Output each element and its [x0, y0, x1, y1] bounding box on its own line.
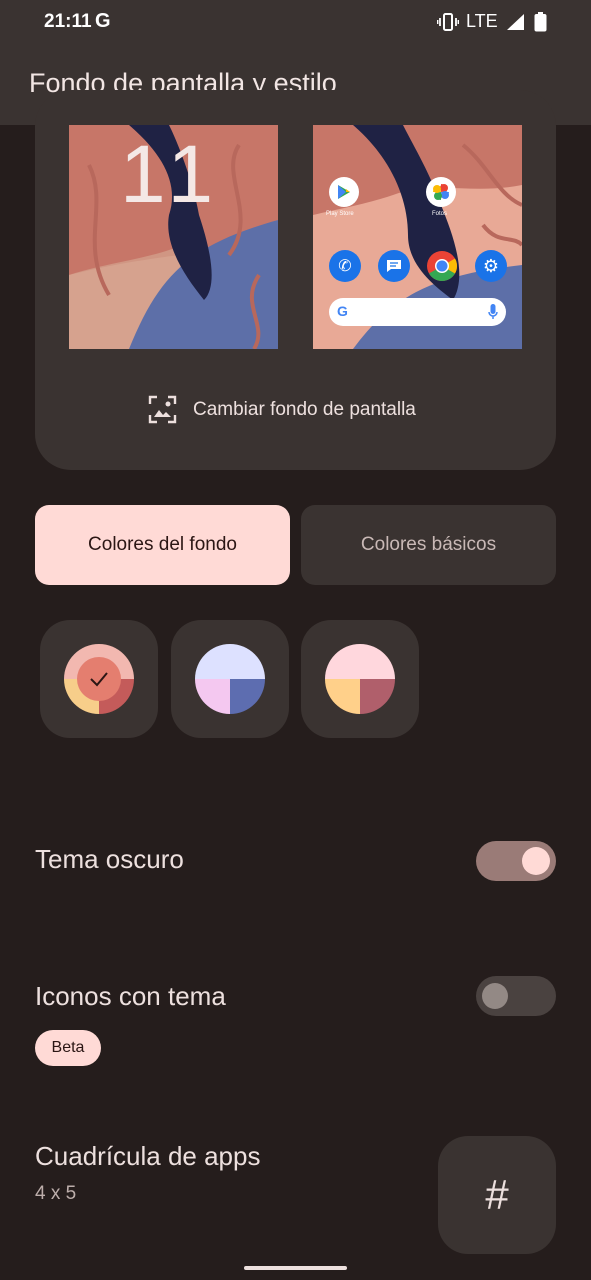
- change-wallpaper-button[interactable]: Cambiar fondo de pantalla: [148, 395, 416, 424]
- themed-icons-toggle[interactable]: [476, 976, 556, 1016]
- color-swatch-2[interactable]: [171, 620, 289, 738]
- tab-wallpaper-colors[interactable]: Colores del fondo: [35, 505, 290, 585]
- network-type: LTE: [466, 11, 498, 31]
- phone-icon: ✆: [329, 250, 361, 282]
- beta-badge: Beta: [35, 1030, 101, 1066]
- wallpaper-icon: [148, 395, 177, 424]
- messages-icon: [378, 250, 410, 282]
- play-store-icon: [329, 177, 359, 207]
- battery-icon: [534, 12, 547, 37]
- swatch-1-circle: [64, 644, 134, 714]
- toggle-knob: [482, 983, 508, 1009]
- swatch-3-circle: [325, 644, 395, 714]
- app-grid-button[interactable]: #: [438, 1136, 556, 1254]
- dark-theme-toggle[interactable]: [476, 841, 556, 881]
- dark-theme-label: Tema oscuro: [35, 844, 184, 874]
- change-wallpaper-label: Cambiar fondo de pantalla: [193, 398, 416, 420]
- swatch-2-circle: [195, 644, 265, 714]
- mic-icon: [488, 304, 498, 319]
- toggle-knob: [522, 847, 550, 875]
- gesture-nav-handle[interactable]: [244, 1266, 347, 1270]
- app-grid-label: Cuadrícula de apps: [35, 1141, 261, 1171]
- tab-basic-colors[interactable]: Colores básicos: [301, 505, 556, 585]
- google-icon: G: [95, 10, 111, 32]
- themed-icons-label: Iconos con tema: [35, 981, 226, 1011]
- color-swatch-1[interactable]: [40, 620, 158, 738]
- google-g-icon: G: [337, 303, 348, 319]
- settings-icon: ⚙: [475, 250, 507, 282]
- lock-clock: 11: [120, 129, 222, 220]
- chrome-icon: [426, 250, 458, 282]
- signal-icon: [506, 13, 526, 36]
- status-time: 21:11: [44, 11, 92, 32]
- app-grid-value: 4 x 5: [35, 1183, 77, 1204]
- color-swatch-3[interactable]: [301, 620, 419, 738]
- photos-label: Fotos: [432, 211, 448, 217]
- play-store-label: Play Store: [326, 211, 354, 217]
- google-search-bar: G: [329, 298, 506, 326]
- grid-icon: #: [485, 1171, 509, 1218]
- vibrate-icon: [436, 12, 460, 37]
- photos-icon: [426, 177, 456, 207]
